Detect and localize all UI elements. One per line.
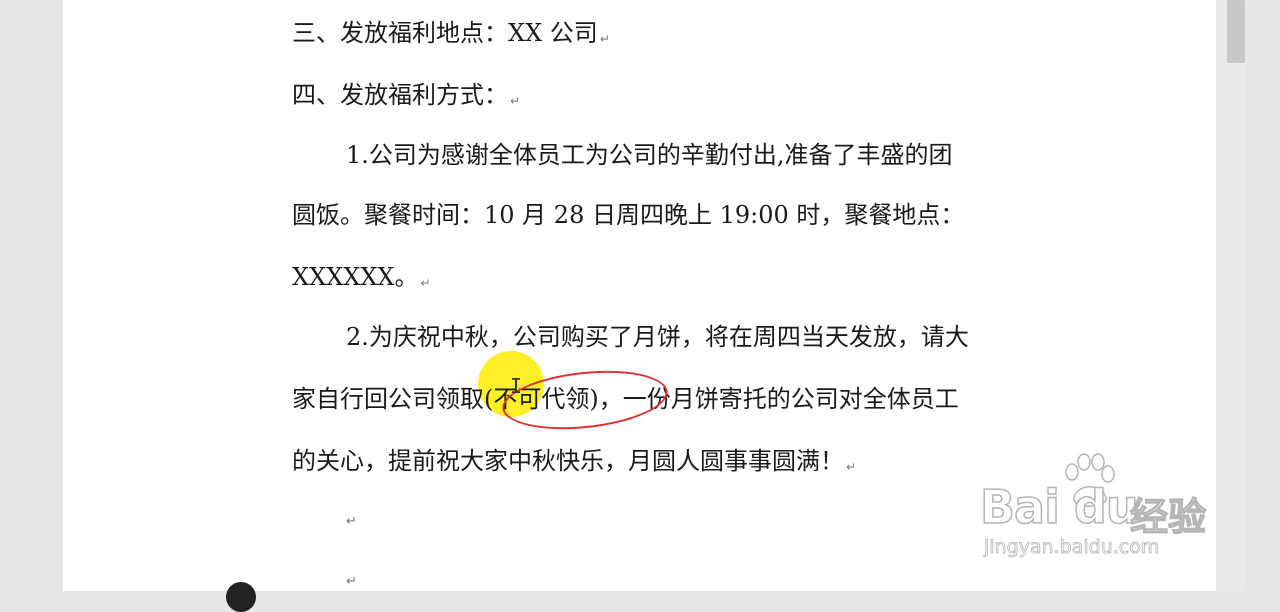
doc-line-item2-c[interactable]: 的关心，提前祝大家中秋快乐，月圆人圆事事圆满！ ↵ [292,446,856,482]
line-text: 1.公司为感谢全体员工为公司的辛勤付出,准备了丰盛的团 [346,141,953,169]
line-text: 2.为庆祝中秋，公司购买了月饼，将在周四当天发放，请大 [346,323,969,351]
baidu-watermark: Bai du 经验 jingyan.baidu.com [979,452,1220,562]
doc-line-method[interactable]: 四、发放福利方式： ↵ [292,80,520,116]
doc-line-item1-b[interactable]: 圆饭。聚餐时间：10 月 28 日周四晚上 19:00 时，聚餐地点： [292,200,964,230]
line-text: XXXXXX。 [292,263,419,291]
doc-line-item1-c[interactable]: XXXXXX。 ↵ [292,262,431,298]
floating-button[interactable] [226,582,256,612]
line-text: 圆饭。聚餐时间：10 月 28 日周四晚上 19:00 时，聚餐地点： [292,201,965,229]
line-text: 四、发放福利方式： [292,81,508,109]
line-text: 三、发放福利地点：XX 公司 [292,19,598,47]
doc-line-item2-a[interactable]: 2.为庆祝中秋，公司购买了月饼，将在周四当天发放，请大 [346,322,969,352]
doc-line-location[interactable]: 三、发放福利地点：XX 公司 ↵ [292,18,610,54]
vertical-scrollbar[interactable] [1216,0,1246,591]
watermark-url: jingyan.baidu.com [984,536,1160,559]
jingyan-brand-text: 经验 [1129,494,1207,539]
empty-paragraph-mark-icon: ↵ [346,514,357,529]
paragraph-mark-icon: ↵ [846,460,857,474]
line-text: 的关心，提前祝大家中秋快乐，月圆人圆事事圆满！ [292,447,844,475]
baidu-logo-text: Bai du [979,479,1139,535]
paragraph-mark-icon: ↵ [599,32,610,46]
scrollbar-thumb[interactable] [1227,0,1245,63]
paragraph-mark-icon: ↵ [420,276,431,290]
text-cursor-icon: I [510,374,523,398]
paragraph-mark-icon: ↵ [510,94,521,108]
empty-paragraph-mark-icon: ↵ [346,574,357,589]
doc-line-item1-a[interactable]: 1.公司为感谢全体员工为公司的辛勤付出,准备了丰盛的团 [346,140,953,170]
